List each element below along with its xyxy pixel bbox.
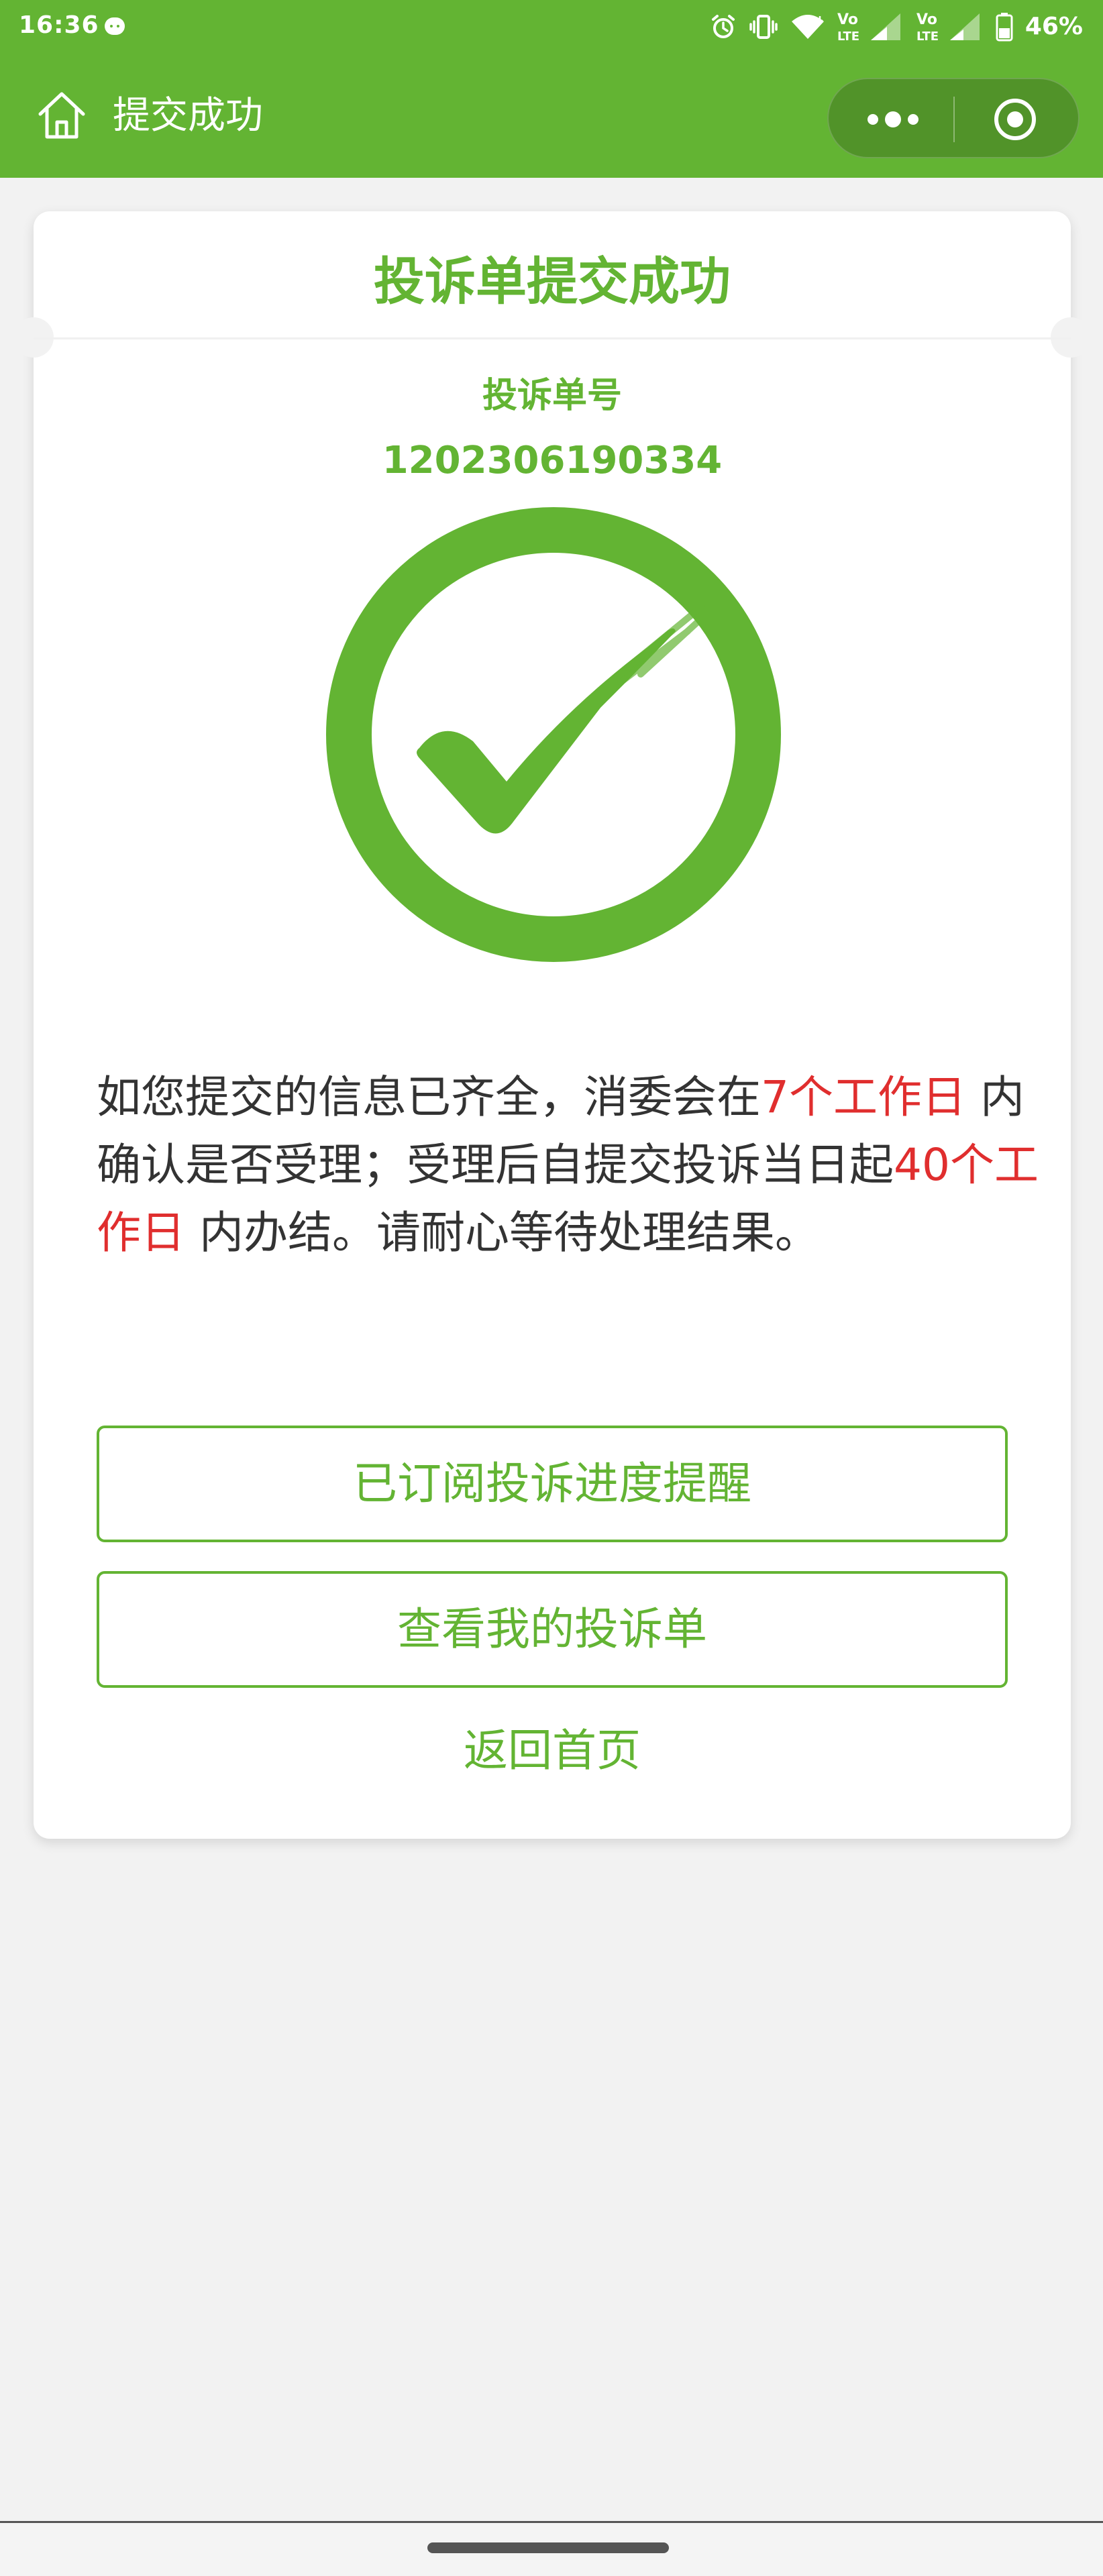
more-icon[interactable]: [861, 98, 925, 141]
page-title: 提交成功: [113, 94, 263, 138]
battery-icon: [996, 13, 1013, 42]
notice-text: 如您提交的信息已齐全，消委会在: [97, 1071, 761, 1123]
system-navigation-bar: [0, 2521, 1103, 2576]
result-card: 投诉单提交成功 投诉单号 1202306190334 如您提交的信息已齐全，消委…: [13, 211, 1091, 1839]
capsule-divider: [953, 97, 955, 142]
alarm-icon: [711, 15, 735, 38]
home-icon[interactable]: [35, 89, 89, 142]
close-miniprogram-icon[interactable]: [991, 95, 1039, 144]
svg-text:Vo: Vo: [837, 11, 858, 28]
order-number: 1202306190334: [382, 439, 723, 482]
notice-highlight-confirm-days: 7个工作日: [761, 1071, 966, 1123]
process-notice: 如您提交的信息已齐全，消委会在7个工作日 内确认是否受理；受理后自提交投诉当日起…: [97, 1063, 1049, 1267]
status-bar: 16:36 Vo LTE Vo LTE 46%: [0, 0, 1103, 54]
home-gesture-handle[interactable]: [427, 2542, 669, 2553]
back-to-home-link[interactable]: 返回首页: [34, 1721, 1071, 1781]
top-bar: 16:36 Vo LTE Vo LTE 46% 提交成功: [0, 0, 1103, 178]
subscribe-progress-button[interactable]: 已订阅投诉进度提醒: [97, 1426, 1008, 1542]
checkmark-circle-icon: [326, 507, 781, 962]
vibrate-icon: [749, 15, 778, 39]
battery-level: 46%: [1025, 13, 1083, 40]
status-icons: Vo LTE Vo LTE 46%: [710, 9, 1083, 44]
message-icon: [105, 17, 125, 35]
notice-text: 内办结。请耐心等待处理结果。: [185, 1207, 819, 1258]
svg-text:LTE: LTE: [916, 30, 939, 44]
miniprogram-capsule: [827, 78, 1080, 158]
card-title: 投诉单提交成功: [374, 252, 731, 311]
status-time: 16:36: [19, 11, 99, 39]
volte-signal-icon: Vo LTE: [837, 11, 900, 44]
order-number-label: 投诉单号: [482, 376, 622, 416]
volte-signal-icon: Vo LTE: [916, 11, 980, 44]
svg-text:LTE: LTE: [837, 30, 859, 44]
svg-text:Vo: Vo: [916, 11, 937, 28]
page-header: 提交成功: [0, 54, 1103, 178]
view-my-complaints-button[interactable]: 查看我的投诉单: [97, 1571, 1008, 1688]
card-divider: [34, 337, 1071, 339]
wifi-icon: [791, 15, 824, 39]
